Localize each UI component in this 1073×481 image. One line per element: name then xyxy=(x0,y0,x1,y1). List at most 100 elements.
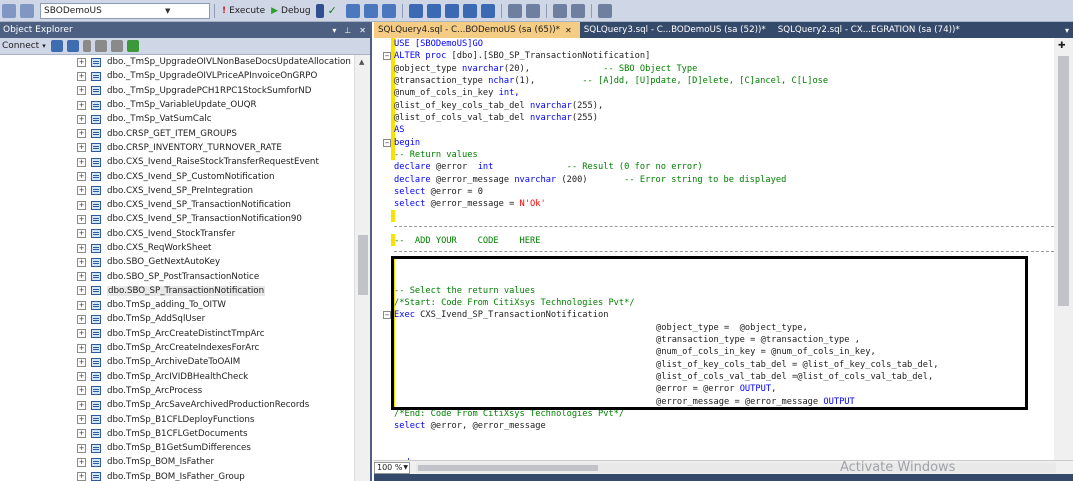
tree-item[interactable]: + dbo.SBO_GetNextAutoKey xyxy=(0,255,354,269)
expand-icon[interactable]: + xyxy=(77,114,86,124)
refresh-icon[interactable] xyxy=(126,40,139,52)
expand-icon[interactable]: + xyxy=(77,172,86,182)
expand-icon[interactable]: + xyxy=(77,400,86,410)
tree-item[interactable]: + dbo.TmSp_BOM_IsFather_Group xyxy=(0,470,354,481)
expand-icon[interactable]: + xyxy=(77,372,86,382)
connect-icon[interactable] xyxy=(50,40,63,52)
tree-item[interactable]: + dbo.CXS_Ivend_StockTransfer xyxy=(0,227,354,241)
expand-icon[interactable]: + xyxy=(77,300,86,310)
expand-icon[interactable]: + xyxy=(77,386,86,396)
expand-icon[interactable]: + xyxy=(77,57,86,67)
tree-item[interactable]: + dbo.TmSp_ArchiveDateToOAIM xyxy=(0,355,354,369)
editor-horizontal-scrollbar[interactable] xyxy=(416,462,1056,473)
tree-item[interactable]: + dbo.TmSp_B1GetSumDifferences xyxy=(0,441,354,455)
sql-editor[interactable]: USE [SBODemoUS]GO − ALTER proc [dbo].[SBO… xyxy=(374,38,1054,460)
execute-button[interactable]: ! Execute xyxy=(222,6,265,16)
tree-item[interactable]: + dbo.TmSp_ArcCreateIndexesForArc xyxy=(0,341,354,355)
scrollbar-thumb[interactable] xyxy=(358,235,368,295)
tree-item[interactable]: + dbo._TmSp_UpgradeOIVLNonBaseDocsUpdateA… xyxy=(0,55,354,69)
check-icon[interactable]: ✓ xyxy=(328,4,342,18)
tab-sqlquery3[interactable]: SQLQuery3.sql - C...BODemoUS (sa (52))* xyxy=(580,22,774,38)
tree-item[interactable]: + dbo._TmSp_UpgradeOIVLPriceAPInvoiceOnGR… xyxy=(0,69,354,83)
tree-item[interactable]: + dbo.CXS_Ivend_RaiseStockTransferRequest… xyxy=(0,155,354,169)
toolbar-icon[interactable] xyxy=(381,3,396,18)
tree-item[interactable]: + dbo.TmSp_BOM_IsFather xyxy=(0,455,354,469)
toolbar-icon[interactable] xyxy=(20,3,34,18)
toolbar-icon[interactable] xyxy=(444,3,459,18)
splitter-icon[interactable]: ✚ xyxy=(1058,41,1066,51)
scrollbar-thumb[interactable] xyxy=(418,464,598,471)
expand-icon[interactable]: + xyxy=(77,272,86,282)
expand-icon[interactable]: + xyxy=(77,86,86,96)
filter-icon[interactable] xyxy=(110,40,123,52)
expand-icon[interactable]: + xyxy=(77,415,86,425)
stop-icon[interactable] xyxy=(82,40,91,52)
tree-item[interactable]: + dbo.TmSp_ArcIVIDBHealthCheck xyxy=(0,370,354,384)
toolbar-icon[interactable] xyxy=(2,3,16,18)
expand-icon[interactable]: + xyxy=(77,129,86,139)
expand-icon[interactable]: + xyxy=(77,343,86,353)
tree-item[interactable]: + dbo.CXS_Ivend_SP_TransactionNotificatio… xyxy=(0,198,354,212)
stop-icon[interactable] xyxy=(315,3,324,18)
expand-icon[interactable]: + xyxy=(77,229,86,239)
collapse-icon[interactable]: − xyxy=(383,52,391,61)
disconnect-icon[interactable] xyxy=(66,40,79,52)
expand-icon[interactable]: + xyxy=(77,286,86,296)
pin-icon[interactable]: ⊥ xyxy=(344,26,351,35)
close-icon[interactable]: ✕ xyxy=(359,26,366,35)
toolbar-icon[interactable] xyxy=(408,3,423,18)
tree-item[interactable]: + dbo.CXS_Ivend_SP_PreIntegration xyxy=(0,184,354,198)
database-select[interactable]: SBODemoUS ▼ xyxy=(40,2,210,19)
toolbar-icon[interactable] xyxy=(426,3,441,18)
tree-item[interactable]: + dbo.CRSP_GET_ITEM_GROUPS xyxy=(0,126,354,140)
tree-item[interactable]: + dbo.TmSp_adding_To_OITW xyxy=(0,298,354,312)
tree-item[interactable]: + dbo.CRSP_INVENTORY_TURNOVER_RATE xyxy=(0,141,354,155)
expand-icon[interactable]: + xyxy=(77,100,86,110)
zoom-select[interactable]: 100 % ▼ xyxy=(374,461,410,474)
connect-button[interactable]: Connect xyxy=(2,41,39,51)
scrollbar-thumb[interactable] xyxy=(1058,56,1069,306)
tree-item[interactable]: + dbo.TmSp_ArcCreateDistinctTmpArc xyxy=(0,327,354,341)
collapse-icon[interactable]: − xyxy=(383,138,391,147)
expand-icon[interactable]: + xyxy=(77,429,86,439)
expand-icon[interactable]: + xyxy=(77,472,86,481)
editor-vertical-scrollbar[interactable]: ✚ xyxy=(1054,38,1073,460)
tree-item[interactable]: + dbo.TmSp_ArcProcess xyxy=(0,384,354,398)
tree-item[interactable]: + dbo._TmSp_UpgradePCH1RPC1StockSumforND xyxy=(0,84,354,98)
tree-item[interactable]: + dbo.CXS_Ivend_SP_TransactionNotificatio… xyxy=(0,212,354,226)
expand-icon[interactable]: + xyxy=(77,71,86,81)
tree-item[interactable]: + dbo._TmSp_VatSumCalc xyxy=(0,112,354,126)
specify-values-icon[interactable] xyxy=(597,3,612,18)
expand-icon[interactable]: + xyxy=(77,257,86,267)
tab-sqlquery2[interactable]: SQLQuery2.sql - CX...EGRATION (sa (74))* xyxy=(774,22,968,38)
collapse-icon[interactable]: − xyxy=(383,311,391,320)
expand-icon[interactable]: + xyxy=(77,243,86,253)
expand-icon[interactable]: + xyxy=(77,214,86,224)
tree-item[interactable]: + dbo.SBO_SP_PostTransactionNotice xyxy=(0,269,354,283)
tree-item[interactable]: + dbo.CXS_ReqWorkSheet xyxy=(0,241,354,255)
toolbar-icon[interactable] xyxy=(480,3,495,18)
tree-item[interactable]: + dbo.TmSp_AddSqlUser xyxy=(0,312,354,326)
toolbar-icon[interactable] xyxy=(462,3,477,18)
chevron-up-icon[interactable]: ▲ xyxy=(359,58,364,66)
expand-icon[interactable]: + xyxy=(77,457,86,467)
expand-icon[interactable]: + xyxy=(77,157,86,167)
close-icon[interactable]: ✕ xyxy=(565,26,572,35)
expand-icon[interactable]: + xyxy=(77,200,86,210)
expand-icon[interactable]: + xyxy=(77,357,86,367)
comment-icon[interactable] xyxy=(507,3,522,18)
object-explorer-scrollbar[interactable]: ▲ xyxy=(354,55,370,481)
tree-item[interactable]: + dbo.TmSp_B1CFLDeployFunctions xyxy=(0,412,354,426)
toolbar-icon[interactable] xyxy=(363,3,378,18)
tree-item[interactable]: + dbo._TmSp_VariableUpdate_OUQR xyxy=(0,98,354,112)
chevron-down-icon[interactable]: ▾ xyxy=(42,42,46,50)
toolbar-icon[interactable] xyxy=(345,3,360,18)
tab-sqlquery4[interactable]: SQLQuery4.sql - C...BODemoUS (sa (65))* … xyxy=(374,22,580,38)
expand-icon[interactable]: + xyxy=(77,329,86,339)
tree-item[interactable]: + dbo.CXS_Ivend_SP_CustomNotification xyxy=(0,169,354,183)
dropdown-icon[interactable]: ▾ xyxy=(332,26,336,35)
filter-icon[interactable] xyxy=(94,40,107,52)
tree-item[interactable]: + dbo.TmSp_ArcSaveArchivedProductionRecor… xyxy=(0,398,354,412)
expand-icon[interactable]: + xyxy=(77,143,86,153)
expand-icon[interactable]: + xyxy=(77,186,86,196)
